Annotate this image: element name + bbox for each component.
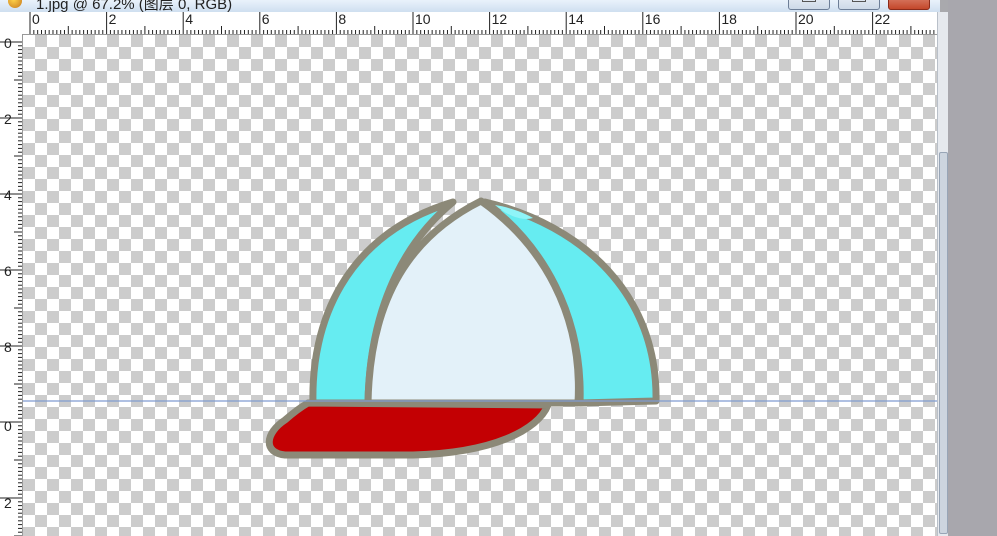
horizontal-ruler-label: 8 bbox=[338, 12, 347, 27]
cap-brim bbox=[265, 399, 552, 459]
ruler-origin-corner[interactable] bbox=[0, 12, 23, 35]
horizontal-ruler[interactable]: 0 2 4 6 8 10 12 14 16 18 20 22 bbox=[22, 12, 940, 35]
horizontal-ruler-label: 14 bbox=[568, 12, 584, 27]
workspace-background bbox=[948, 0, 997, 536]
maximize-icon bbox=[852, 0, 866, 2]
horizontal-ruler-label: 2 bbox=[108, 12, 117, 27]
document-title-bar: 1.jpg @ 67.2% (图层 0, RGB) bbox=[0, 0, 940, 12]
horizontal-ruler-label: 10 bbox=[415, 12, 431, 27]
vertical-ruler-label: 0 bbox=[4, 35, 12, 51]
horizontal-ruler-label: 18 bbox=[721, 12, 737, 27]
minimize-button[interactable] bbox=[788, 0, 830, 10]
vertical-scrollbar-thumb[interactable] bbox=[939, 152, 948, 534]
vertical-ruler[interactable]: 0 2 4 6 8 0 2 bbox=[0, 34, 23, 536]
vertical-ruler-label: 6 bbox=[4, 263, 12, 279]
vertical-ruler-label: 2 bbox=[4, 111, 12, 127]
vertical-ruler-label: 4 bbox=[4, 187, 12, 203]
document-title: 1.jpg @ 67.2% (图层 0, RGB) bbox=[36, 0, 233, 12]
maximize-button[interactable] bbox=[838, 0, 880, 10]
vertical-ruler-ticks bbox=[0, 41, 22, 536]
horizontal-ruler-label: 6 bbox=[261, 12, 270, 27]
photoshop-document-icon bbox=[8, 0, 22, 8]
vertical-ruler-label: 0 bbox=[4, 418, 12, 434]
horizontal-ruler-label: 20 bbox=[798, 12, 814, 27]
vertical-ruler-label: 2 bbox=[4, 495, 12, 511]
cap-artwork bbox=[23, 197, 937, 459]
horizontal-ruler-label: 22 bbox=[874, 12, 891, 27]
horizontal-ruler-label: 4 bbox=[185, 12, 193, 27]
document-canvas[interactable] bbox=[23, 35, 937, 536]
close-button[interactable] bbox=[888, 0, 930, 10]
horizontal-ruler-label: 0 bbox=[32, 12, 40, 27]
vertical-ruler-label: 8 bbox=[4, 339, 12, 355]
horizontal-ruler-label: 12 bbox=[491, 12, 508, 27]
minimize-icon bbox=[802, 0, 816, 2]
vertical-scrollbar[interactable] bbox=[937, 12, 948, 536]
horizontal-ruler-label: 16 bbox=[644, 12, 661, 27]
